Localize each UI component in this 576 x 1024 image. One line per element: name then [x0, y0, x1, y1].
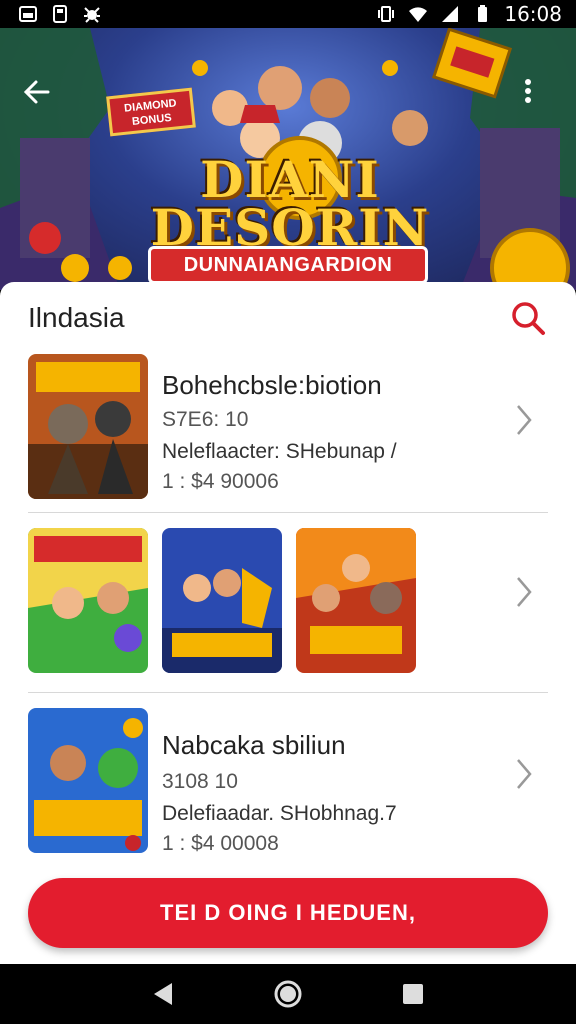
nav-home-button[interactable]: [268, 974, 308, 1014]
back-arrow-icon: [23, 80, 50, 104]
system-nav-bar: [0, 964, 576, 1024]
banner-title: DIANI DESORIN: [130, 150, 450, 257]
gallery-row[interactable]: [0, 524, 576, 684]
list-item[interactable]: Nabcaka sbiliun 3108 10 Delefiaadar. SHo…: [0, 706, 576, 864]
item-title: Bohehcbsle:biotion: [162, 370, 382, 400]
gallery-notification-icon: [19, 6, 37, 22]
nav-back-button[interactable]: [143, 974, 183, 1014]
item-line-1: 3108 10: [162, 770, 238, 793]
chevron-right-icon: [517, 759, 532, 789]
gallery-thumbnail-1[interactable]: [28, 528, 148, 673]
item-line-1: S7E6: 10: [162, 408, 249, 431]
nav-recents-icon: [403, 984, 424, 1004]
nav-recents-button[interactable]: [393, 974, 433, 1014]
item-thumbnail: [28, 708, 148, 853]
status-right: 16:08: [376, 2, 562, 26]
banner-title-line1: DIANI: [200, 150, 380, 209]
status-time: 16:08: [504, 2, 562, 26]
item-line-3: 1 : $4 90006: [162, 470, 279, 493]
bug-notification-icon: [84, 7, 100, 23]
cell-signal-icon: [442, 6, 459, 22]
wifi-icon: [409, 7, 428, 22]
vibrate-icon: [378, 6, 395, 22]
gallery-thumbnail-3[interactable]: [296, 528, 416, 673]
item-line-2: Neleflaacter: SHebunap /: [162, 440, 397, 463]
divider: [28, 692, 548, 693]
banner-ribbon: DUNNAIANGARDION: [148, 246, 428, 284]
status-bar: 16:08: [0, 0, 576, 28]
item-thumbnail: [28, 354, 148, 499]
sim-notification-icon: [53, 5, 67, 23]
more-vert-icon: [525, 79, 531, 103]
sheet-title: Ilndasia: [28, 302, 125, 333]
item-line-2: Delefiaadar. SHobhnag.7: [162, 802, 397, 825]
list-item[interactable]: Bohehcbsle:biotion S7E6: 10 Neleflaacter…: [0, 352, 576, 502]
more-options-button[interactable]: [524, 78, 554, 118]
search-icon: [512, 302, 545, 335]
primary-action-button[interactable]: TEI D OING I HEDUEN,: [28, 878, 548, 948]
hero-banner: DIAMOND BONUS DIANI DESORIN DUNNAIANGARD…: [0, 28, 576, 290]
back-button[interactable]: [22, 78, 62, 118]
chevron-right-icon: [517, 577, 532, 607]
gallery-thumbnail-2[interactable]: [162, 528, 282, 673]
banner-title-line2: DESORIN: [150, 198, 430, 257]
divider: [28, 512, 548, 513]
search-button[interactable]: [506, 296, 550, 340]
nav-home-icon: [274, 980, 302, 1008]
item-line-3: 1 : $4 00008: [162, 832, 279, 855]
nav-back-icon: [153, 983, 172, 1005]
status-left: [18, 4, 102, 24]
item-title: Nabcaka sbiliun: [162, 730, 346, 760]
battery-icon: [478, 5, 488, 22]
chevron-right-icon: [517, 405, 532, 435]
